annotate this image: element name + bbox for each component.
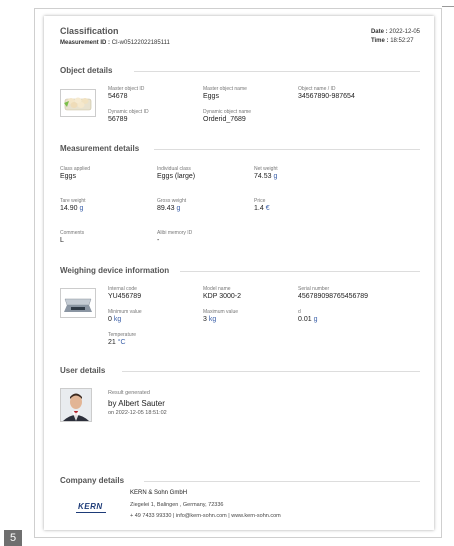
tare-weight-unit: g <box>79 205 84 212</box>
d-value-number: 0.01 <box>298 316 312 323</box>
company-details-divider <box>144 481 420 482</box>
kern-logo-underline <box>76 512 106 513</box>
user-details-title: User details <box>60 366 106 375</box>
maximum-value: 3 kg <box>203 316 216 323</box>
dynamic-object-name-label: Dynamic object name <box>203 109 252 115</box>
internal-code-label: Internal code <box>108 286 137 292</box>
company-details-title: Company details <box>60 476 125 485</box>
user-avatar <box>60 388 92 422</box>
maximum-value-number: 3 <box>203 316 207 323</box>
measurement-id: Measurement ID : CI-w05122022185111 <box>60 40 170 46</box>
price-value: 1.4 <box>254 205 264 212</box>
result-timestamp: on 2022-12-05 18:51:02 <box>108 410 167 416</box>
dynamic-object-id-value: 56789 <box>108 116 128 123</box>
measurement-details-divider <box>154 149 420 150</box>
result-generated-label: Result generated <box>108 390 150 396</box>
model-name-value: KDP 3000-2 <box>203 293 242 300</box>
tare-weight-label: Tare weight <box>60 198 86 204</box>
individual-class-value: Eggs (large) <box>157 173 196 180</box>
company-address: Ziegelei 1, Balingen , Germany, 72336 <box>130 502 224 508</box>
price-label: Price <box>254 198 266 204</box>
date-row: Date : 2022-12-05 <box>371 28 420 37</box>
serial-number-value: 456789098765456789 <box>298 293 369 300</box>
user-portrait-icon <box>61 389 91 421</box>
net-weight-value: 74.53 <box>254 173 272 180</box>
class-applied-label: Class applied <box>60 166 91 172</box>
class-applied-value: Eggs <box>60 173 76 180</box>
page-title: Classification <box>60 26 119 36</box>
price-unit: € <box>265 205 270 212</box>
date-time-block: Date : 2022-12-05 Time : 18:52:27 <box>371 28 420 46</box>
master-object-name-label: Master object name <box>203 86 247 92</box>
measurement-id-label: Measurement ID : <box>60 40 111 46</box>
d-value: 0.01 g <box>298 316 317 323</box>
viewer-frame: Classification Measurement ID : CI-w0512… <box>0 0 454 546</box>
minimum-value-number: 0 <box>108 316 112 323</box>
dynamic-object-name-value: Orderid_7689 <box>203 116 246 123</box>
maximum-value-unit: kg <box>208 316 217 323</box>
time-row: Time : 18:52:27 <box>371 37 420 46</box>
internal-code-value: YU456789 <box>108 293 142 300</box>
measurement-details-title: Measurement details <box>60 144 140 153</box>
comments-label: Comments <box>60 230 85 236</box>
page-number: 5 <box>4 530 22 546</box>
alibi-memory-label: Alibi memory ID <box>157 230 193 236</box>
gross-weight-label: Gross weight <box>157 198 187 204</box>
alibi-memory-value: - <box>157 237 160 244</box>
master-object-id-label: Master object ID <box>108 86 145 92</box>
net-weight-unit: g <box>273 173 278 180</box>
d-label: d <box>298 309 301 315</box>
time-value: 18:52:27 <box>390 38 414 44</box>
device-info-title: Weighing device information <box>60 266 170 275</box>
company-contact: + 49 7433 99330 | info@kern-sohn.com | w… <box>130 513 281 519</box>
individual-class-label: Individual class <box>157 166 191 172</box>
gross-weight-unit: g <box>176 205 181 212</box>
master-object-name-value: Eggs <box>203 93 219 100</box>
scale-icon <box>64 298 92 312</box>
net-weight-label: Net weight <box>254 166 278 172</box>
temperature-unit: °C <box>117 339 126 346</box>
minimum-value-label: Minimum value <box>108 309 142 315</box>
kern-logo: KERN <box>78 502 103 511</box>
maximum-value-label: Maximum value <box>203 309 239 315</box>
tare-weight: 14.90 g <box>60 205 83 212</box>
company-name: KERN & Sohn GmbH <box>130 490 188 496</box>
date-value: 2022-12-05 <box>389 29 420 35</box>
net-weight: 74.53 g <box>254 173 277 180</box>
corner-mark <box>442 6 454 7</box>
object-name-value: 34567890-987654 <box>298 93 355 100</box>
model-name-label: Model name <box>203 286 231 292</box>
temperature-value: 21 <box>108 339 116 346</box>
device-info-divider <box>180 271 420 272</box>
comments-value: L <box>60 237 64 244</box>
scale-image <box>60 288 96 318</box>
price: 1.4 € <box>254 205 270 212</box>
master-object-id-value: 54678 <box>108 93 128 100</box>
gross-weight-value: 89.43 <box>157 205 175 212</box>
user-details-divider <box>122 371 420 372</box>
report-page: Classification Measurement ID : CI-w0512… <box>44 16 434 530</box>
time-label: Time : <box>370 38 389 44</box>
d-value-unit: g <box>313 316 318 323</box>
minimum-value: 0 kg <box>108 316 121 323</box>
date-label: Date : <box>370 29 388 35</box>
gross-weight: 89.43 g <box>157 205 180 212</box>
temperature: 21 °C <box>108 339 126 346</box>
user-name: by Albert Sauter <box>108 399 165 408</box>
minimum-value-unit: kg <box>113 316 122 323</box>
temperature-label: Temperature <box>108 332 137 338</box>
serial-number-label: Serial number <box>298 286 330 292</box>
measurement-id-value: CI-w05122022185111 <box>111 40 170 46</box>
tare-weight-value: 14.90 <box>60 205 78 212</box>
egg-carton-icon <box>64 97 92 111</box>
dynamic-object-id-label: Dynamic object ID <box>108 109 149 115</box>
object-details-title: Object details <box>60 66 113 75</box>
object-name-label: Object name / ID <box>298 86 336 92</box>
eggs-image <box>60 89 96 117</box>
object-details-divider <box>134 71 420 72</box>
